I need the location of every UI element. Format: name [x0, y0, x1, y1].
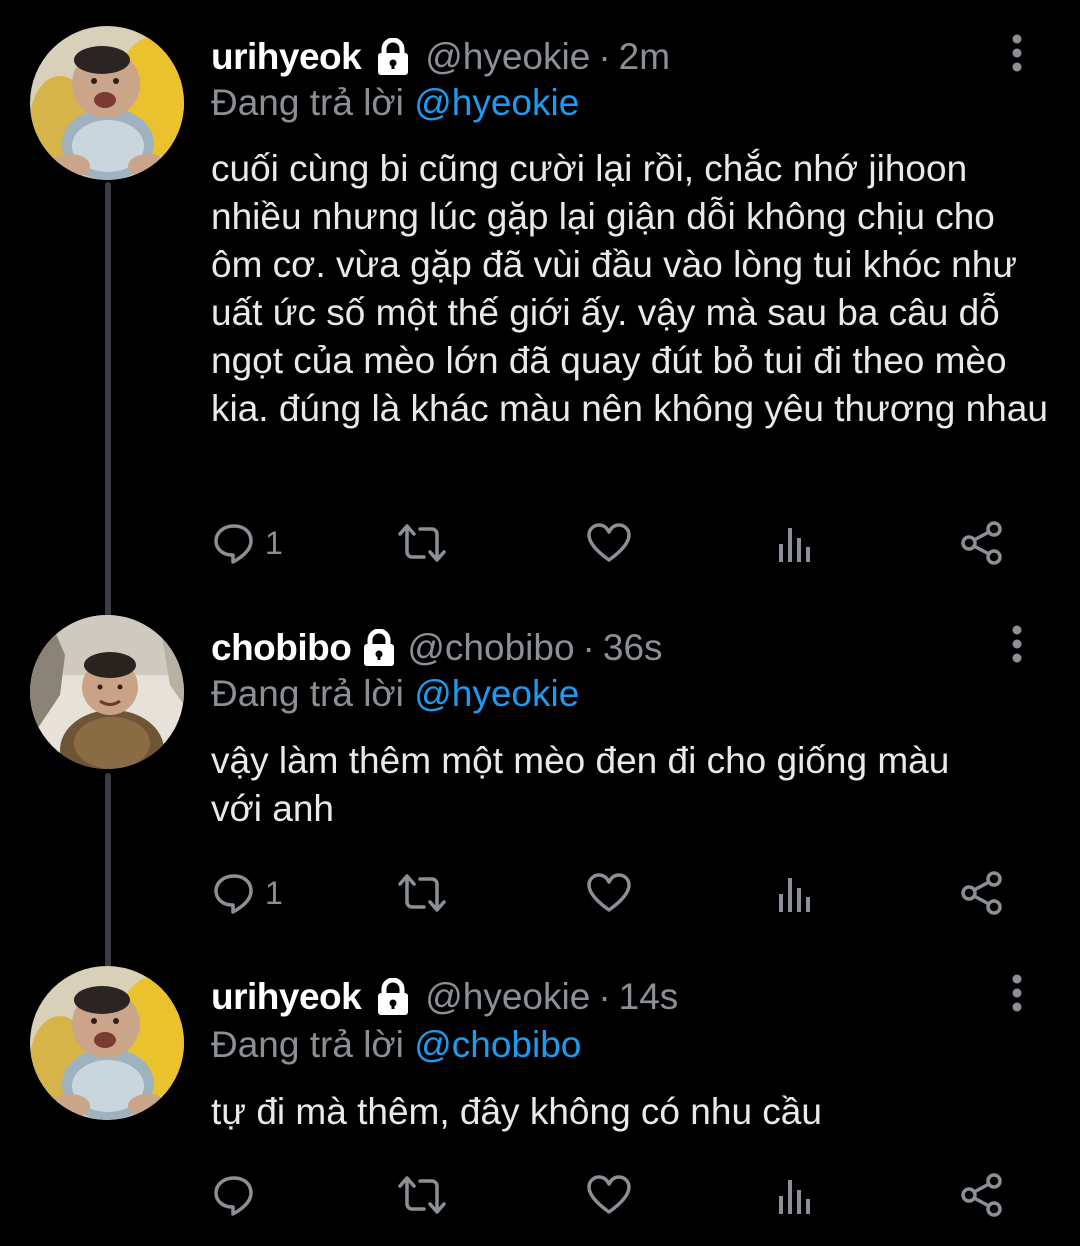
- replying-to-label: Đang trả lời: [211, 1024, 404, 1065]
- tweet-header: chobibo @chobibo · 36s: [211, 623, 663, 673]
- analytics-icon: [776, 1172, 814, 1218]
- lock-icon: [361, 628, 397, 667]
- share-icon: [959, 1172, 1005, 1218]
- replying-to: Đang trả lời @hyeokie: [211, 673, 579, 715]
- replying-to-label: Đang trả lời: [211, 673, 404, 714]
- reply-icon: [211, 520, 257, 566]
- author-name[interactable]: chobibo: [211, 627, 352, 669]
- author-handle[interactable]: @hyeokie: [425, 36, 590, 78]
- reply-button[interactable]: 1: [211, 868, 283, 918]
- avatar[interactable]: [30, 615, 184, 769]
- replying-to-label: Đang trả lời: [211, 82, 404, 123]
- separator-dot: ·: [598, 976, 611, 1017]
- tweet[interactable]: urihyeok @hyeokie · 14s Đang trả lời @ch…: [0, 950, 1080, 1246]
- tweet-text: vậy làm thêm một mèo đen đi cho giống mà…: [211, 740, 950, 829]
- retweet-button[interactable]: [396, 868, 448, 918]
- share-button[interactable]: [959, 868, 1005, 918]
- tweet-text: tự đi mà thêm, đây không có nhu cầu: [211, 1091, 822, 1132]
- more-vertical-icon[interactable]: [1004, 972, 1030, 1016]
- avatar[interactable]: [30, 26, 184, 180]
- like-button[interactable]: [585, 1170, 633, 1220]
- timestamp[interactable]: 14s: [619, 976, 679, 1018]
- replying-to: Đang trả lời @hyeokie: [211, 82, 579, 124]
- views-button[interactable]: [776, 518, 814, 568]
- reply-icon: [211, 1172, 257, 1218]
- share-button[interactable]: [959, 518, 1005, 568]
- author-name[interactable]: urihyeok: [211, 36, 362, 78]
- share-button[interactable]: [959, 1170, 1005, 1220]
- retweet-button[interactable]: [396, 1170, 448, 1220]
- reply-button[interactable]: [211, 1170, 265, 1220]
- lock-icon: [375, 977, 411, 1016]
- like-button[interactable]: [585, 868, 633, 918]
- tweet-header: urihyeok @hyeokie · 14s: [211, 972, 678, 1022]
- tweet[interactable]: chobibo @chobibo · 36s Đang trả lời @hye…: [0, 600, 1080, 950]
- tweet-actions: [211, 1170, 1021, 1220]
- retweet-icon: [396, 870, 448, 916]
- more-vertical-icon[interactable]: [1004, 623, 1030, 667]
- tweet-header: urihyeok @hyeokie · 2m: [211, 32, 670, 82]
- views-button[interactable]: [776, 1170, 814, 1220]
- heart-icon: [585, 1172, 633, 1218]
- analytics-icon: [776, 870, 814, 916]
- tweet-text: cuối cùng bi cũng cười lại rồi, chắc nhớ…: [211, 148, 1048, 429]
- retweet-button[interactable]: [396, 518, 448, 568]
- reply-count: 1: [265, 874, 283, 911]
- tweet-actions: 1: [211, 518, 1021, 568]
- avatar[interactable]: [30, 966, 184, 1120]
- heart-icon: [585, 870, 633, 916]
- timestamp[interactable]: 36s: [603, 627, 663, 669]
- share-icon: [959, 520, 1005, 566]
- author-handle[interactable]: @chobibo: [407, 627, 574, 669]
- mention-link[interactable]: @hyeokie: [414, 673, 579, 714]
- share-icon: [959, 870, 1005, 916]
- retweet-icon: [396, 1172, 448, 1218]
- timestamp[interactable]: 2m: [619, 36, 670, 78]
- tweet-actions: 1: [211, 868, 1021, 918]
- mention-link[interactable]: @hyeokie: [414, 82, 579, 123]
- reply-icon: [211, 870, 257, 916]
- retweet-icon: [396, 520, 448, 566]
- tweet[interactable]: urihyeok @hyeokie · 2m Đang trả lời @hye…: [0, 0, 1080, 600]
- views-button[interactable]: [776, 868, 814, 918]
- like-button[interactable]: [585, 518, 633, 568]
- heart-icon: [585, 520, 633, 566]
- author-handle[interactable]: @hyeokie: [425, 976, 590, 1018]
- separator-dot: ·: [582, 627, 595, 668]
- reply-button[interactable]: 1: [211, 518, 283, 568]
- analytics-icon: [776, 520, 814, 566]
- lock-icon: [375, 37, 411, 76]
- author-name[interactable]: urihyeok: [211, 976, 362, 1018]
- separator-dot: ·: [598, 36, 611, 77]
- more-vertical-icon[interactable]: [1004, 32, 1030, 76]
- replying-to: Đang trả lời @chobibo: [211, 1024, 581, 1066]
- mention-link[interactable]: @chobibo: [414, 1024, 581, 1065]
- reply-count: 1: [265, 524, 283, 561]
